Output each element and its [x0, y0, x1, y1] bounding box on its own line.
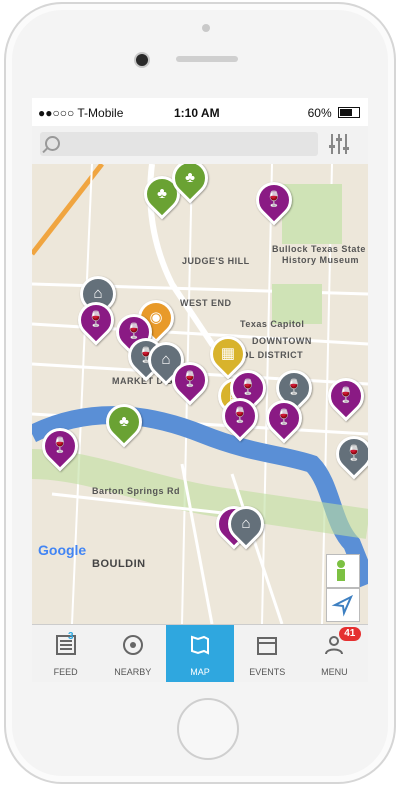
wine-glass-icon: 🍷	[180, 371, 200, 388]
menu-badge: 41	[338, 627, 361, 641]
wine-glass-icon: 🍷	[336, 387, 356, 404]
tab-map[interactable]: MAP	[166, 625, 234, 682]
tree-icon: ♣	[119, 413, 129, 430]
tab-events[interactable]: EVENTS	[234, 625, 301, 682]
street-view-button[interactable]	[326, 554, 360, 588]
map-label-bullock-2: History Museum	[282, 255, 360, 265]
status-bar: ●●○○○ T-Mobile 1:10 AM 60%	[32, 98, 368, 126]
google-logo: Google	[38, 542, 87, 558]
map-label-downtown: DOWNTOWN	[252, 336, 312, 346]
map-icon	[191, 635, 209, 655]
speaker-grille	[176, 56, 238, 62]
battery-status: 60%	[308, 106, 360, 120]
map-label-judges-hill: JUDGE'S HILL	[182, 256, 250, 266]
wine-glass-icon: 🍷	[264, 191, 284, 208]
building-icon: ▦	[220, 345, 236, 362]
map-label-barton-springs: Barton Springs Rd	[92, 486, 181, 496]
home-button[interactable]	[177, 698, 239, 760]
tab-bar: 3 FEED NEARBY MAP EVENTS 41 MENU	[32, 624, 368, 682]
map-label-bullock: Bullock Texas State	[272, 244, 366, 254]
wine-glass-icon: 🍷	[230, 407, 250, 424]
tab-nearby[interactable]: NEARBY	[99, 625, 166, 682]
search-input[interactable]	[40, 132, 318, 156]
battery-percent: 60%	[307, 106, 332, 120]
pegman-icon	[337, 560, 345, 581]
clock: 1:10 AM	[174, 106, 220, 120]
map-label-bouldin: BOULDIN	[92, 558, 146, 570]
map-label-west-end: WEST END	[180, 298, 232, 308]
wine-glass-icon: 🍷	[344, 445, 364, 462]
feed-badge: 3	[68, 631, 74, 642]
nearby-icon	[122, 635, 143, 655]
tab-feed[interactable]: 3 FEED	[32, 625, 99, 682]
location-arrow-icon	[331, 594, 354, 617]
wine-glass-icon: 🍷	[50, 437, 70, 454]
top-dot	[202, 24, 210, 32]
tree-icon: ♣	[185, 169, 195, 186]
carrier-label: ●●○○○ T-Mobile	[38, 106, 124, 120]
tab-label: FEED	[53, 667, 78, 677]
home-icon: ⌂	[241, 515, 251, 532]
calendar-icon	[257, 637, 278, 655]
wine-glass-icon: 🍷	[86, 311, 106, 328]
tab-menu[interactable]: 41 MENU	[301, 625, 368, 682]
locate-me-button[interactable]	[326, 588, 360, 622]
search-icon	[45, 136, 60, 151]
search-bar	[32, 126, 368, 165]
map-view[interactable]: Bullock Texas State History Museum JUDGE…	[32, 164, 368, 624]
filter-icon[interactable]	[328, 132, 350, 156]
tab-label: EVENTS	[249, 667, 286, 677]
tab-label: NEARBY	[114, 667, 152, 677]
tab-label: MENU	[321, 667, 348, 677]
wine-glass-icon: 🍷	[274, 409, 294, 426]
battery-icon	[338, 107, 360, 118]
tab-label: MAP	[190, 667, 210, 677]
app-screen: ●●○○○ T-Mobile 1:10 AM 60% Bullock Texas…	[32, 98, 368, 682]
map-label-texas-capitol: Texas Capitol	[240, 319, 305, 329]
front-camera-icon	[134, 52, 150, 68]
